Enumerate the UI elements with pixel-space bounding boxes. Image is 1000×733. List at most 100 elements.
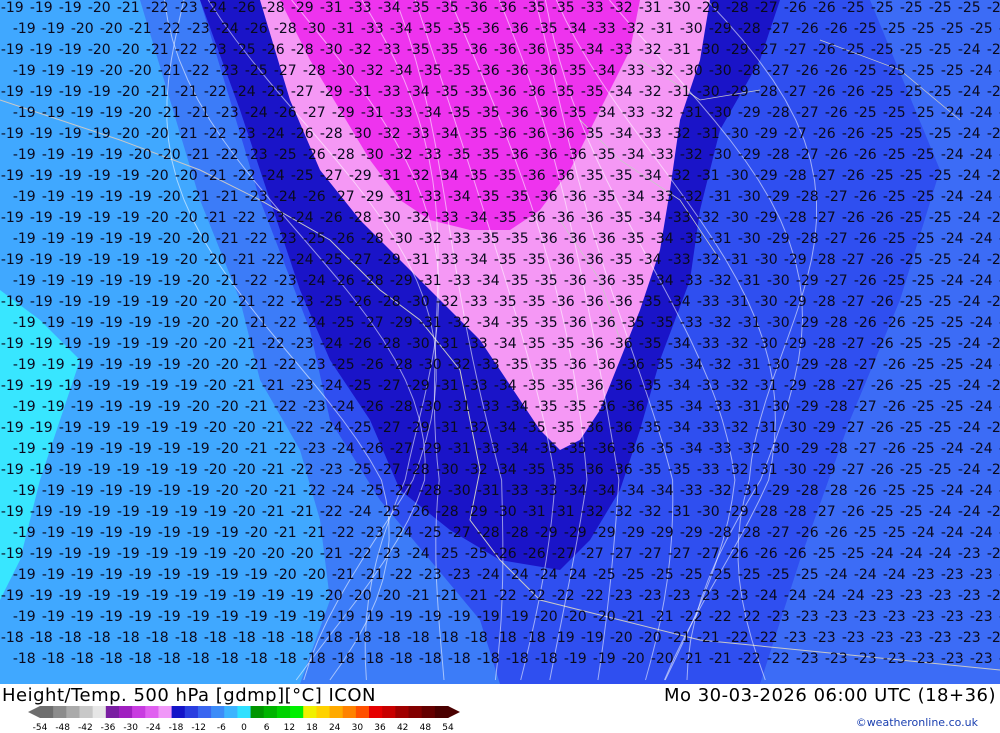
isotherm-label: -26 xyxy=(854,483,877,499)
isotherm-label: -33 xyxy=(535,483,558,499)
isotherm-label: -28 xyxy=(738,525,761,541)
isotherm-label: -36 xyxy=(564,273,587,289)
isotherm-label: -18 xyxy=(71,651,94,667)
isotherm-label: -19 xyxy=(42,525,65,541)
scale-label: -30 xyxy=(123,723,138,732)
credit-link[interactable]: ©weatheronline.co.uk xyxy=(856,716,978,729)
isotherm-label: -25 xyxy=(900,504,923,520)
isotherm-label: -28 xyxy=(784,168,807,184)
isotherm-label: -19 xyxy=(30,420,53,436)
isotherm-label: -24 xyxy=(958,252,981,268)
isotherm-label: -18 xyxy=(436,630,459,646)
isotherm-label: -30 xyxy=(436,462,459,478)
isotherm-label: -35 xyxy=(552,378,575,394)
isotherm-label: -30 xyxy=(320,42,343,58)
isotherm-label: -19 xyxy=(158,483,181,499)
isotherm-label: -19 xyxy=(71,483,94,499)
isotherm-label: -23 xyxy=(216,63,239,79)
isotherm-label: -19 xyxy=(448,609,471,625)
isotherm-label: -20 xyxy=(216,441,239,457)
isotherm-label: -29 xyxy=(784,252,807,268)
isotherm-label: -36 xyxy=(494,126,517,142)
isotherm-label: -24 xyxy=(958,294,981,310)
isotherm-label: -26 xyxy=(274,105,297,121)
isotherm-label: -19 xyxy=(187,483,210,499)
isotherm-label: -22 xyxy=(523,588,546,604)
isotherm-label: -25 xyxy=(987,0,1000,16)
isotherm-label: -23 xyxy=(813,630,836,646)
isotherm-label: -36 xyxy=(610,462,633,478)
isotherm-label: -32 xyxy=(651,63,674,79)
isotherm-label: -19 xyxy=(13,609,36,625)
isotherm-label: -28 xyxy=(784,210,807,226)
isotherm-label: -25 xyxy=(465,546,488,562)
isotherm-label: -35 xyxy=(622,273,645,289)
isotherm-label: -30 xyxy=(390,231,413,247)
isotherm-label: -31 xyxy=(668,504,691,520)
isotherm-label: -32 xyxy=(622,21,645,37)
isotherm-label: -22 xyxy=(262,336,285,352)
isotherm-label: -19 xyxy=(42,357,65,373)
isotherm-label: -36 xyxy=(506,105,529,121)
isotherm-label: -26 xyxy=(245,21,268,37)
isotherm-label: -23 xyxy=(912,567,935,583)
isotherm-label: -19 xyxy=(42,231,65,247)
isotherm-label: -25 xyxy=(941,63,964,79)
isotherm-label: -26 xyxy=(755,546,778,562)
isotherm-label: -23 xyxy=(900,588,923,604)
scale-swatch xyxy=(79,706,94,718)
isotherm-label: -30 xyxy=(709,105,732,121)
isotherm-label: -33 xyxy=(651,189,674,205)
isotherm-label: -34 xyxy=(564,21,587,37)
isotherm-label: -29 xyxy=(796,441,819,457)
isotherm-label: -25 xyxy=(912,231,935,247)
isotherm-label: -36 xyxy=(535,231,558,247)
isotherm-label: -36 xyxy=(523,210,546,226)
scale-label: 48 xyxy=(420,723,432,732)
isotherm-label: -20 xyxy=(349,588,372,604)
isotherm-label: -19 xyxy=(204,588,227,604)
isotherm-label: -31 xyxy=(436,420,459,436)
isotherm-label: -29 xyxy=(390,315,413,331)
isotherm-label: -24 xyxy=(958,336,981,352)
isotherm-label: -35 xyxy=(639,294,662,310)
isotherm-label: -19 xyxy=(1,294,24,310)
isotherm-label: -19 xyxy=(100,315,123,331)
isotherm-label: -21 xyxy=(274,525,297,541)
isotherm-label: -33 xyxy=(477,399,500,415)
isotherm-label: -19 xyxy=(100,357,123,373)
isotherm-label: -34 xyxy=(651,273,674,289)
isotherm-label: -24 xyxy=(958,168,981,184)
isotherm-label: -20 xyxy=(187,231,210,247)
isotherm-label: -29 xyxy=(361,189,384,205)
isotherm-label: -19 xyxy=(1,378,24,394)
isotherm-label: -28 xyxy=(726,0,749,16)
isotherm-label: -19 xyxy=(129,441,152,457)
isotherm-label: -28 xyxy=(320,126,343,142)
isotherm-label: -23 xyxy=(245,189,268,205)
isotherm-label: -31 xyxy=(436,336,459,352)
isotherm-label: -36 xyxy=(477,63,500,79)
isotherm-label: -32 xyxy=(639,84,662,100)
isotherm-label: -27 xyxy=(842,462,865,478)
isotherm-label: -18 xyxy=(407,630,430,646)
isotherm-label: -28 xyxy=(262,0,285,16)
isotherm-label: -30 xyxy=(697,504,720,520)
isotherm-label: -20 xyxy=(216,399,239,415)
isotherm-label: -35 xyxy=(668,462,691,478)
isotherm-label: -19 xyxy=(71,441,94,457)
scale-label: -18 xyxy=(169,723,184,732)
isotherm-label: -26 xyxy=(854,147,877,163)
isotherm-label: -28 xyxy=(378,336,401,352)
isotherm-label: -21 xyxy=(361,567,384,583)
isotherm-label: -19 xyxy=(13,441,36,457)
isotherm-label: -23 xyxy=(361,525,384,541)
isotherm-label: -25 xyxy=(941,399,964,415)
isotherm-label: -20 xyxy=(187,315,210,331)
isotherm-label: -35 xyxy=(477,231,500,247)
isotherm-label: -19 xyxy=(88,546,111,562)
isotherm-label: -36 xyxy=(581,252,604,268)
isotherm-label: -35 xyxy=(506,315,529,331)
scale-label: -42 xyxy=(78,723,93,732)
isotherm-label: -27 xyxy=(796,147,819,163)
